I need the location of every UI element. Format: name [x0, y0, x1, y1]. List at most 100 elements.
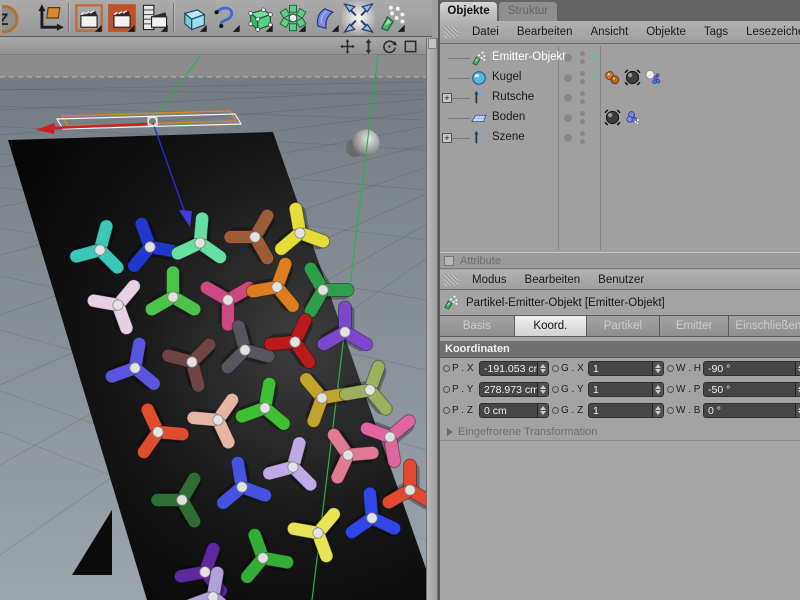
keyframe-circle[interactable]	[552, 386, 559, 393]
render-dot[interactable]	[580, 119, 585, 124]
render-dot[interactable]	[580, 99, 585, 104]
spline-icon[interactable]	[210, 2, 243, 35]
tab-partikel[interactable]: Partikel	[587, 316, 660, 336]
field-input-pz[interactable]: 0 cm	[479, 403, 549, 418]
render-view-icon[interactable]	[72, 2, 105, 35]
object-axis-icon[interactable]	[33, 2, 66, 35]
world-z-icon[interactable]: Z	[0, 2, 33, 35]
keyframe-circle[interactable]	[667, 407, 674, 414]
tree-row-szene[interactable]: + Szene	[440, 128, 800, 148]
editor-dot[interactable]	[580, 71, 585, 76]
tree-label[interactable]: Rutsche	[492, 91, 534, 103]
stepper-control[interactable]	[795, 404, 800, 417]
tab-struktur[interactable]: Struktur	[499, 2, 557, 21]
menu-tags[interactable]: Tags	[695, 26, 737, 38]
field-input-py[interactable]: 278.973 cm	[479, 382, 549, 397]
field-input-wb[interactable]: 0 °	[703, 403, 800, 418]
menu-ansicht[interactable]: Ansicht	[581, 26, 637, 38]
editor-dot[interactable]	[580, 111, 585, 116]
keyframe-circle[interactable]	[552, 365, 559, 372]
tree-label[interactable]: Kugel	[492, 71, 521, 83]
menu-objekte[interactable]: Objekte	[637, 26, 695, 38]
render-active-icon[interactable]	[105, 2, 138, 35]
tab-objekte[interactable]: Objekte	[440, 2, 497, 21]
tab-einschliessen[interactable]: Einschließen	[729, 316, 800, 336]
zoom-icon[interactable]	[360, 39, 376, 54]
render-settings-icon[interactable]	[138, 2, 171, 35]
frozen-transform-row[interactable]: Eingefrorene Transformation	[440, 424, 800, 439]
keyframe-circle[interactable]	[443, 386, 450, 393]
stepper-control[interactable]	[652, 362, 663, 375]
visibility-dot[interactable]	[564, 134, 572, 142]
field-input-gz[interactable]: 1	[588, 403, 664, 418]
tab-emitter[interactable]: Emitter	[660, 316, 730, 336]
tab-koord[interactable]: Koord.	[515, 316, 588, 336]
deformer-icon[interactable]	[309, 2, 342, 35]
stepper-control[interactable]	[537, 404, 548, 417]
menu-lesezeichen[interactable]: Lesezeichen	[737, 26, 800, 38]
pan-icon[interactable]	[339, 39, 355, 54]
rotate-icon[interactable]	[381, 39, 397, 54]
expander-plus-icon[interactable]: +	[442, 133, 452, 143]
coordinates-section-header[interactable]: Koordinaten	[440, 341, 800, 358]
cluster-tag-icon[interactable]	[624, 109, 641, 126]
visibility-dot[interactable]	[564, 54, 572, 62]
visibility-dot[interactable]	[564, 114, 572, 122]
attr-menu-bearbeiten[interactable]: Bearbeiten	[516, 274, 590, 286]
collision-tag-icon[interactable]	[644, 69, 661, 86]
render-dot[interactable]	[580, 79, 585, 84]
stepper-control[interactable]	[652, 404, 663, 417]
visibility-dot[interactable]	[564, 94, 572, 102]
field-input-wp[interactable]: -50 °	[703, 382, 800, 397]
field-input-gx[interactable]: 1	[588, 361, 664, 376]
editor-dot[interactable]	[580, 51, 585, 56]
keyframe-circle[interactable]	[443, 407, 450, 414]
stepper-control[interactable]	[652, 383, 663, 396]
menu-grip-icon[interactable]	[444, 274, 458, 286]
stepper-control[interactable]	[795, 383, 800, 396]
tree-row-emitterobjekt[interactable]: Emitter-Objekt ✓	[440, 48, 800, 68]
viewport-scrollbar[interactable]	[426, 38, 438, 600]
tab-basis[interactable]: Basis	[440, 316, 515, 336]
stepper-control[interactable]	[537, 362, 548, 375]
particles-icon[interactable]	[342, 2, 375, 35]
keyframe-circle[interactable]	[443, 365, 450, 372]
tree-label[interactable]: Szene	[492, 131, 525, 143]
nurbs-icon[interactable]	[243, 2, 276, 35]
field-input-px[interactable]: -191.053 cm	[479, 361, 549, 376]
enabled-check-icon[interactable]: ✓	[589, 70, 599, 84]
menu-grip-icon[interactable]	[444, 26, 458, 38]
tree-row-kugel[interactable]: Kugel ✓	[440, 68, 800, 88]
field-input-wh[interactable]: -90 °	[703, 361, 800, 376]
viewport-3d[interactable]	[0, 55, 426, 600]
material-tag-icon[interactable]	[604, 109, 621, 126]
attr-menu-modus[interactable]: Modus	[463, 274, 516, 286]
stepper-control[interactable]	[537, 383, 548, 396]
material-tag-icon[interactable]	[624, 69, 641, 86]
expander-plus-icon[interactable]: +	[442, 93, 452, 103]
tree-row-rutsche[interactable]: + Rutsche	[440, 88, 800, 108]
tree-row-boden[interactable]: Boden	[440, 108, 800, 128]
maximize-icon[interactable]	[402, 39, 418, 54]
editor-dot[interactable]	[580, 131, 585, 136]
enabled-check-icon[interactable]: ✓	[589, 50, 599, 64]
editor-dot[interactable]	[580, 91, 585, 96]
keyframe-circle[interactable]	[667, 386, 674, 393]
menu-bearbeiten[interactable]: Bearbeiten	[508, 26, 582, 38]
menu-datei[interactable]: Datei	[463, 26, 508, 38]
scrollbar-button[interactable]	[428, 38, 437, 49]
field-input-gy[interactable]: 1	[588, 382, 664, 397]
tree-label[interactable]: Emitter-Objekt	[492, 51, 566, 63]
dynamics-tag-icon[interactable]	[604, 69, 621, 86]
panel-square-icon[interactable]	[444, 256, 454, 266]
keyframe-circle[interactable]	[667, 365, 674, 372]
stepper-control[interactable]	[795, 362, 800, 375]
keyframe-circle[interactable]	[552, 407, 559, 414]
modeling-icon[interactable]	[276, 2, 309, 35]
render-dot[interactable]	[580, 59, 585, 64]
render-dot[interactable]	[580, 139, 585, 144]
tree-label[interactable]: Boden	[492, 111, 525, 123]
emitter-icon[interactable]	[375, 2, 408, 35]
visibility-dot[interactable]	[564, 74, 572, 82]
add-cube-icon[interactable]	[177, 2, 210, 35]
